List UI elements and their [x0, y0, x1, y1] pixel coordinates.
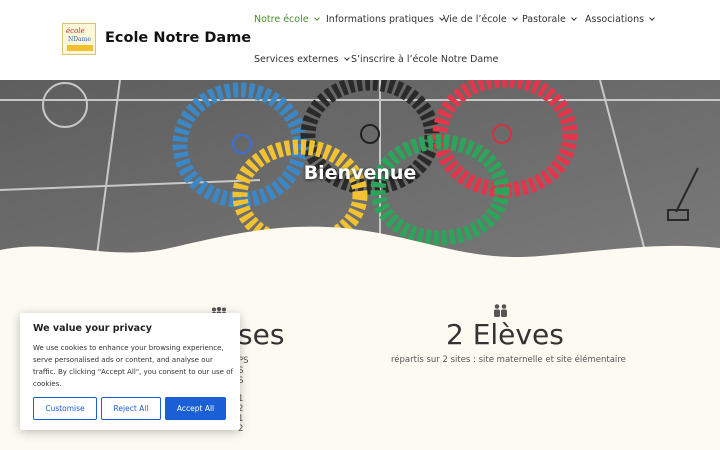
nav-item-services-externes[interactable]: Services externes: [254, 54, 350, 65]
logo-stripe: [67, 45, 93, 51]
chevron-down-icon: [649, 15, 655, 21]
logo-text-1: école: [66, 27, 85, 35]
cookie-heading: We value your privacy: [33, 323, 152, 334]
logo-text-2: NDame: [68, 36, 91, 43]
eleves-subtitle: répartis sur 2 sites : site maternelle e…: [391, 355, 626, 365]
chevron-down-icon: [570, 15, 577, 21]
chevron-down-icon: [313, 15, 320, 21]
classes-count-title: ses: [238, 318, 285, 351]
site-header: école NDame Ecole Notre Dame Notre école…: [0, 0, 720, 80]
hero-banner: Bienvenue: [0, 80, 720, 270]
eleves-count-title: 2 Elèves: [446, 318, 564, 351]
site-logo[interactable]: école NDame: [62, 23, 96, 55]
accept-all-button[interactable]: Accept All: [165, 397, 226, 420]
chevron-down-icon: [511, 15, 518, 21]
hero-title: Bienvenue: [303, 162, 417, 184]
nav-item-notre-ecole[interactable]: Notre école: [254, 14, 320, 25]
nav-item-informations-pratiques[interactable]: Informations pratiques: [326, 14, 445, 25]
reject-all-button[interactable]: Reject All: [101, 397, 161, 420]
nav-item-sinscrire[interactable]: S’inscrire à l’école Notre Dame: [351, 54, 498, 65]
cookie-consent-banner: We value your privacy We use cookies to …: [20, 313, 240, 430]
chevron-down-icon: [343, 55, 350, 61]
nav-item-pastorale[interactable]: Pastorale: [522, 14, 577, 25]
customise-button[interactable]: Customise: [33, 397, 97, 420]
site-title[interactable]: Ecole Notre Dame: [105, 30, 251, 46]
nav-item-vie-ecole[interactable]: Vie de l’école: [443, 14, 518, 25]
cookie-body: We use cookies to enhance your browsing …: [33, 344, 233, 388]
nav-item-associations[interactable]: Associations: [585, 14, 655, 25]
